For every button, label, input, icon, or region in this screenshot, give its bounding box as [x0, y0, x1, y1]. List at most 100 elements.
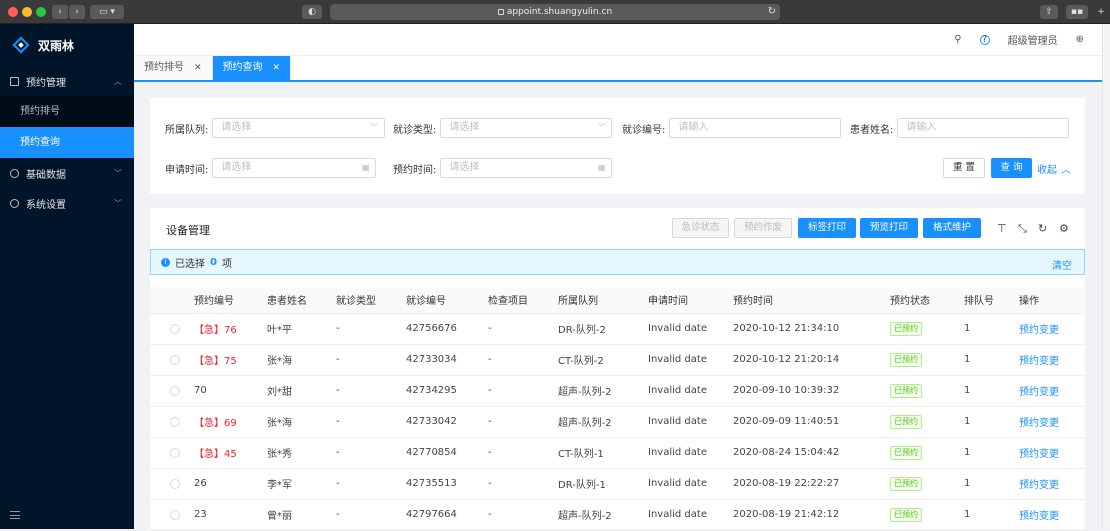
change-appointment-link[interactable]: 预约变更 — [1019, 418, 1059, 429]
column-height-icon[interactable]: ⊤ — [997, 222, 1007, 235]
close-icon[interactable]: ✕ — [194, 63, 202, 73]
maximize-window-button[interactable] — [36, 7, 46, 17]
apply-time-cell: Invalid date — [648, 313, 733, 345]
tab-label: 预约排号 — [144, 62, 184, 73]
selection-alert: i 已选择 0 项 清空 — [150, 249, 1085, 275]
column-header[interactable]: 排队号 — [964, 287, 1019, 314]
visit-no-cell: 42733034 — [406, 344, 488, 376]
patient-name-cell: 李*军 — [267, 468, 336, 500]
reload-icon[interactable]: ↻ — [768, 4, 776, 20]
change-appointment-link[interactable]: 预约变更 — [1019, 356, 1059, 367]
user-name[interactable]: 超级管理员 — [1008, 32, 1058, 47]
apply-time-cell: Invalid date — [648, 344, 733, 376]
back-icon[interactable]: ‹ — [52, 5, 68, 19]
share-icon[interactable]: ⇧ — [1040, 5, 1058, 19]
column-header[interactable]: 就诊类型 — [336, 287, 406, 314]
row-radio[interactable] — [170, 509, 180, 520]
queue-cell: 超声-队列-2 — [558, 406, 648, 438]
sidebar-item-appointment-queue[interactable]: 预约排号 — [0, 96, 134, 127]
column-header[interactable]: 预约时间 — [733, 287, 890, 314]
table-row[interactable]: 【急】75 张*海 -42733034- CT-队列-2 Invalid date 202… — [150, 344, 1085, 376]
table-row[interactable]: 23 曾*丽 -42797664- 超声-队列-2 Invalid date 2020-0… — [150, 499, 1085, 531]
visit-no-input[interactable]: 请输入 — [669, 118, 842, 138]
change-appointment-link[interactable]: 预约变更 — [1019, 480, 1059, 491]
queue-number-cell: 1 — [964, 313, 1019, 345]
menu-group-system-settings[interactable]: 系统设置 ﹀ — [0, 188, 134, 218]
change-appointment-link[interactable]: 预约变更 — [1019, 387, 1059, 398]
column-header[interactable]: 检查项目 — [488, 287, 558, 314]
address-bar[interactable]: appoint.shuangyulin.cn ↻ — [330, 4, 780, 20]
column-header[interactable]: 就诊编号 — [406, 287, 488, 314]
settings-icon[interactable]: ⚙ — [1059, 222, 1069, 235]
row-radio[interactable] — [170, 354, 180, 365]
search-icon[interactable]: ⚲ — [954, 34, 961, 45]
row-radio[interactable] — [170, 478, 180, 489]
tab-appointment-query[interactable]: 预约查询 ✕ — [212, 56, 292, 80]
minimize-window-button[interactable] — [22, 7, 32, 17]
row-radio[interactable] — [170, 323, 180, 334]
status-badge: 已预约 — [890, 414, 922, 429]
status-cell: 已预约 — [890, 499, 964, 531]
row-radio[interactable] — [170, 385, 180, 396]
column-header[interactable]: 患者姓名 — [267, 287, 336, 314]
column-header[interactable]: 预约状态 — [890, 287, 964, 314]
menu-group-appointment[interactable]: 预约管理 ︿ — [0, 66, 134, 96]
label-print-button[interactable]: 标签打印 — [798, 218, 856, 238]
visit-type-cell: - — [336, 406, 406, 438]
collapse-toggle[interactable]: 收起 ︿ — [1037, 161, 1071, 176]
app-logo[interactable]: 双雨林 — [0, 24, 134, 66]
table-row[interactable]: 【急】45 张*秀 -42770854- CT-队列-1 Invalid date 202… — [150, 437, 1085, 469]
queue-number-cell: 1 — [964, 468, 1019, 500]
globe-icon[interactable]: ⊕ — [1076, 34, 1084, 45]
table-row[interactable]: 【急】76 叶*平 -42756676- DR-队列-2 Invalid date 202… — [150, 313, 1085, 345]
urgent-status-button[interactable]: 急诊状态 — [672, 218, 729, 238]
exam-item-cell: - — [488, 375, 558, 407]
help-icon[interactable]: ? — [979, 34, 990, 45]
apply-time-picker[interactable]: 请选择 ▦ — [212, 158, 377, 178]
collapse-link[interactable]: 收起 — [1037, 161, 1057, 176]
urgent-flag: 【急】 — [194, 325, 224, 336]
menu-fold-icon[interactable] — [10, 511, 20, 519]
sidebar-toggle-icon[interactable]: ▭ ▾ — [90, 5, 124, 19]
patient-name-input[interactable]: 请输入 — [897, 118, 1070, 138]
reload-icon[interactable]: ↻ — [1038, 222, 1047, 235]
preview-print-button[interactable]: 预览打印 — [860, 218, 918, 238]
query-button[interactable]: 查 询 — [991, 158, 1032, 178]
column-header[interactable]: 申请时间 — [648, 287, 733, 314]
column-header[interactable]: 所属队列 — [558, 287, 648, 314]
column-header[interactable]: 预约编号 — [194, 287, 267, 314]
format-maintain-button[interactable]: 格式维护 — [923, 218, 981, 238]
reset-button[interactable]: 重 置 — [943, 158, 985, 178]
new-tab-icon[interactable]: + — [1094, 5, 1108, 19]
exam-item-cell: - — [488, 437, 558, 469]
sidebar-item-appointment-query[interactable]: 预约查询 — [0, 127, 134, 158]
privacy-shield-icon[interactable]: ◐ — [302, 5, 322, 19]
device-management-panel: 设备管理 急诊状态 预约作废 标签打印 预览打印 格式维护 ⊤ ⤡ ↻ ⚙ i … — [150, 208, 1085, 531]
tab-overview-icon[interactable]: ▪▪ — [1066, 5, 1088, 19]
table-row[interactable]: 26 李*军 -42735513- DR-队列-1 Invalid date 2020-0… — [150, 468, 1085, 500]
table-row[interactable]: 70 刘*甜 -42734295- 超声-队列-2 Invalid date 2020-0… — [150, 375, 1085, 407]
appointment-no: 76 — [224, 325, 237, 336]
forward-icon[interactable]: › — [69, 5, 85, 19]
row-select-cell — [150, 313, 194, 345]
row-radio[interactable] — [170, 416, 180, 427]
clear-selection-link[interactable]: 清空 — [1052, 257, 1072, 272]
row-radio[interactable] — [170, 447, 180, 458]
appointment-no-cell: 23 — [194, 499, 267, 531]
table-row[interactable]: 【急】69 张*海 -42733042- 超声-队列-2 Invalid date 202… — [150, 406, 1085, 438]
fullscreen-icon[interactable]: ⤡ — [1018, 222, 1027, 236]
visit-type-select[interactable]: 请选择 ﹀ — [440, 118, 613, 138]
cancel-appointment-button[interactable]: 预约作废 — [734, 218, 792, 238]
tab-appointment-queue[interactable]: 预约排号 ✕ — [134, 56, 213, 80]
info-icon: i — [161, 257, 170, 267]
action-cell: 预约变更 — [1019, 437, 1085, 469]
change-appointment-link[interactable]: 预约变更 — [1019, 325, 1059, 336]
menu-group-basic-data[interactable]: 基础数据 ﹀ — [0, 158, 134, 188]
change-appointment-link[interactable]: 预约变更 — [1019, 449, 1059, 460]
appt-time-picker[interactable]: 请选择 ▦ — [440, 158, 613, 178]
change-appointment-link[interactable]: 预约变更 — [1019, 511, 1059, 522]
page-scrollbar[interactable] — [1102, 24, 1110, 529]
close-icon[interactable]: ✕ — [273, 63, 281, 73]
queue-select[interactable]: 请选择 ﹀ — [212, 118, 386, 138]
close-window-button[interactable] — [8, 7, 18, 17]
